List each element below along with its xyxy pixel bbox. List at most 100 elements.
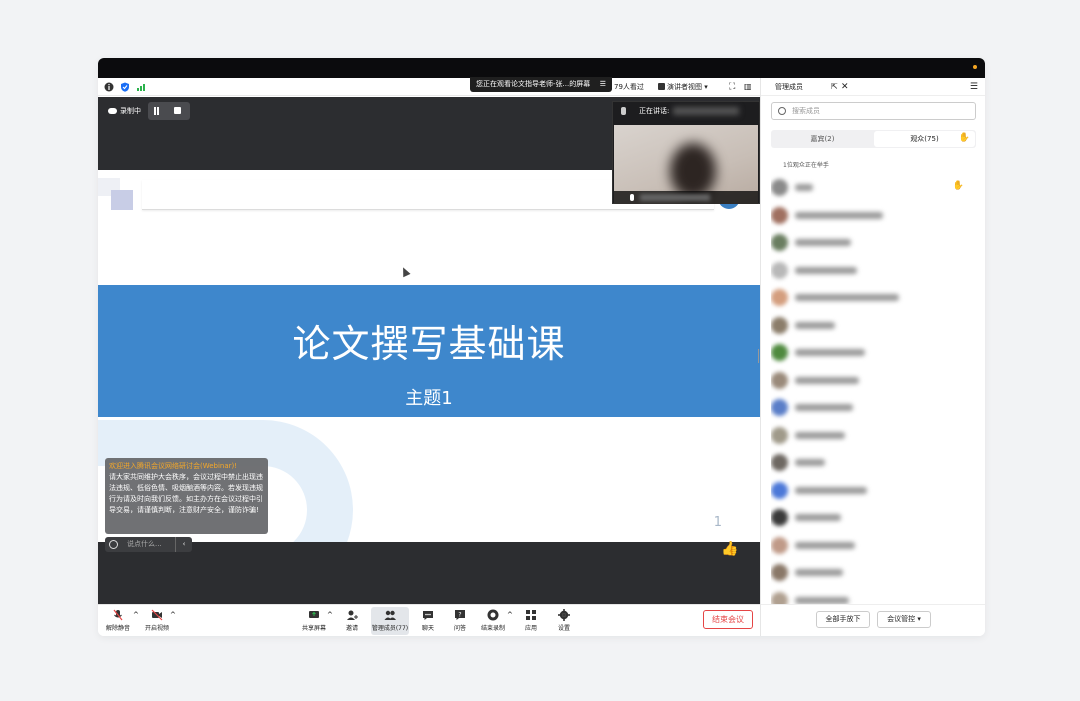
end-recording-button[interactable]: 结束录制 xyxy=(478,607,508,635)
start-video-label: 开启视频 xyxy=(144,625,169,632)
chevron-up-icon[interactable]: ^ xyxy=(170,611,176,619)
share-screen-button[interactable]: 共享屏幕 xyxy=(300,607,328,635)
chat-button[interactable]: 聊天 xyxy=(416,607,440,635)
apps-button[interactable]: 应用 xyxy=(519,607,543,635)
layout-icon[interactable]: ▥ xyxy=(744,78,752,96)
speaker-video-tile[interactable]: 正在讲话: xyxy=(612,101,760,204)
list-item[interactable] xyxy=(771,367,976,395)
list-item[interactable] xyxy=(771,284,976,312)
apps-icon xyxy=(526,610,536,620)
members-panel: 管理成员 ⇱ ✕ ☰ 搜索成员 嘉宾(2) 观众(75) ✋ 1位观众正在举手 … xyxy=(760,78,985,636)
avatar xyxy=(771,316,788,334)
mic-muted-icon xyxy=(113,609,123,621)
avatar xyxy=(771,399,788,416)
share-screen-icon xyxy=(309,611,319,618)
member-name-blurred xyxy=(795,376,859,384)
invite-label: 邀请 xyxy=(345,625,358,632)
svg-text:?: ? xyxy=(458,612,461,619)
list-item[interactable] xyxy=(771,532,976,560)
list-item[interactable] xyxy=(771,202,976,230)
sharing-banner-text: 您正在观看论文指导老师-张...的屏幕 xyxy=(476,80,591,88)
search-placeholder: 搜索成员 xyxy=(792,107,820,115)
welcome-notice: 欢迎进入腾讯会议网络研讨会(Webinar)! 请大家共同维护大会秩序，会议过程… xyxy=(105,458,268,534)
panel-title: 管理成员 xyxy=(775,83,803,91)
chevron-up-icon[interactable]: ^ xyxy=(327,611,333,619)
list-item[interactable] xyxy=(771,587,976,604)
member-name-blurred xyxy=(795,404,853,411)
meeting-control-button[interactable]: 会议管控 ▾ xyxy=(877,611,931,628)
avatar xyxy=(771,289,788,306)
list-item[interactable]: ✋ xyxy=(771,174,976,202)
speaker-name-blurred xyxy=(640,194,710,201)
member-name-blurred xyxy=(795,459,825,466)
meeting-control-label: 会议管控 xyxy=(887,615,916,623)
info-icon[interactable] xyxy=(104,82,114,92)
fullscreen-icon[interactable]: ⛶ xyxy=(729,78,735,96)
avatar xyxy=(771,591,788,604)
manage-members-button[interactable]: 管理成员(77) xyxy=(371,607,409,635)
like-icon[interactable]: 👍 xyxy=(721,541,739,557)
list-item[interactable] xyxy=(771,229,976,257)
menu-icon[interactable]: ☰ xyxy=(970,78,978,96)
qa-icon: ? xyxy=(455,610,465,620)
sharing-banner[interactable]: 您正在观看论文指导老师-张...的屏幕 ☰ xyxy=(470,77,612,92)
emoji-icon[interactable] xyxy=(109,540,118,549)
gear-icon xyxy=(558,609,570,621)
shield-icon[interactable] xyxy=(120,82,130,92)
member-name-blurred xyxy=(795,266,857,274)
qa-label: 问答 xyxy=(453,625,466,632)
search-icon xyxy=(778,107,786,115)
qa-button[interactable]: ? 问答 xyxy=(448,607,472,635)
popout-icon[interactable]: ⇱ xyxy=(831,78,838,96)
chat-input[interactable]: 说点什么... ‹ xyxy=(105,537,192,552)
presenter-view-menu[interactable]: 演讲者视图 ▾ xyxy=(658,78,708,96)
slide-title-band: 论文撰写基础课 主题1 xyxy=(98,285,760,417)
list-item[interactable] xyxy=(771,257,976,285)
chat-label: 聊天 xyxy=(421,625,434,632)
list-item[interactable] xyxy=(771,449,976,477)
mouse-cursor-icon xyxy=(399,265,411,278)
avatar xyxy=(771,234,788,251)
avatar xyxy=(771,344,788,361)
lower-all-hands-button[interactable]: 全部手放下 xyxy=(816,611,870,628)
chevron-up-icon[interactable]: ^ xyxy=(507,611,513,619)
presenter-icon xyxy=(658,83,665,90)
signal-icon[interactable] xyxy=(136,82,146,92)
avatar xyxy=(771,564,788,581)
share-stage: 录制中 论文撰写基础课 主题1 1 正在讲话: 欢迎进入腾讯会议网络研讨会(We… xyxy=(98,97,760,604)
collapse-chevron-icon[interactable]: ‹ xyxy=(175,537,192,552)
settings-label: 设置 xyxy=(557,625,570,632)
chevron-up-icon[interactable]: ^ xyxy=(133,611,139,619)
stop-icon[interactable] xyxy=(174,107,181,114)
notice-body: 请大家共同维护大会秩序，会议过程中禁止出现违法违规、低俗色情、吸烟酗酒等内容。若… xyxy=(109,473,263,514)
raise-hand-icon: ✋ xyxy=(952,181,964,191)
speaker-label: 正在讲话: xyxy=(639,107,670,115)
list-item[interactable] xyxy=(771,422,976,450)
close-icon[interactable]: ✕ xyxy=(841,78,849,96)
apps-label: 应用 xyxy=(524,625,537,632)
unmute-button[interactable]: 解除静音 xyxy=(104,607,132,635)
list-item[interactable] xyxy=(771,339,976,367)
list-item[interactable] xyxy=(771,394,976,422)
list-item[interactable] xyxy=(771,504,976,532)
speaker-name-bar xyxy=(614,191,758,204)
menu-icon[interactable]: ☰ xyxy=(600,77,606,92)
avatar xyxy=(771,536,788,554)
speaker-video xyxy=(614,125,758,204)
search-input[interactable]: 搜索成员 xyxy=(771,102,976,120)
invite-button[interactable]: 邀请 xyxy=(340,607,364,635)
list-item[interactable] xyxy=(771,312,976,340)
raising-hand-count: 1位观众正在举手 xyxy=(783,162,829,169)
list-item[interactable] xyxy=(771,559,976,587)
end-meeting-button[interactable]: 结束会议 xyxy=(703,610,753,629)
list-item[interactable] xyxy=(771,477,976,505)
member-name-blurred xyxy=(795,239,851,246)
tab-guests[interactable]: 嘉宾(2) xyxy=(772,131,873,147)
avatar xyxy=(771,261,788,279)
cloud-record-icon xyxy=(108,108,117,114)
settings-button[interactable]: 设置 xyxy=(552,607,576,635)
start-video-button[interactable]: 开启视频 xyxy=(142,607,172,635)
bottom-toolbar: 解除静音 ^ 开启视频 ^ 共享屏幕 ^ 邀请 管理成员(77) 聊天 ? 问答 xyxy=(98,604,760,636)
member-name-blurred xyxy=(795,349,865,356)
pause-icon[interactable] xyxy=(154,107,156,115)
